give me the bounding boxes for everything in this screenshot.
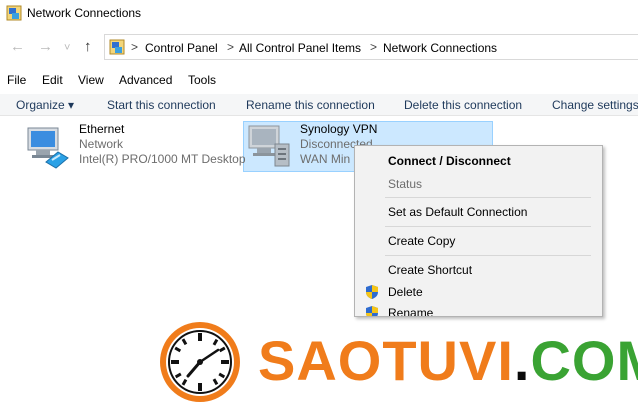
forward-arrow-icon[interactable]: → [38,39,53,54]
menu-divider [385,226,591,227]
breadcrumb-control-panel[interactable]: Control Panel [145,41,218,55]
vpn-adapter-icon [248,125,290,167]
change-settings-button[interactable]: Change settings [552,98,638,112]
menu-divider [385,197,591,198]
breadcrumb-network-connections[interactable]: Network Connections [383,41,497,55]
network-connections-icon [6,5,22,21]
connection-name: Ethernet [79,122,125,136]
address-bar[interactable]: > Control Panel > All Control Panel Item… [104,34,638,60]
command-bar: Organize ▾ Start this connection Rename … [0,94,638,116]
watermark-part2: COM [530,329,638,392]
watermark-part1: SAOTUVI [258,329,514,392]
organize-button[interactable]: Organize ▾ [16,98,74,112]
menu-item-rename[interactable]: Rename [388,306,433,316]
window-title: Network Connections [27,6,142,20]
watermark-dot: . [513,329,531,392]
connection-item-ethernet[interactable]: Ethernet Network Intel(R) PRO/1000 MT De… [24,122,246,170]
recent-locations-chevron-icon[interactable]: ˅ [64,41,70,56]
clock-logo-icon [160,322,240,402]
menu-item-connect-disconnect[interactable]: Connect / Disconnect [388,154,511,168]
menu-view[interactable]: View [78,73,104,87]
rename-connection-button[interactable]: Rename this connection [246,98,375,112]
back-arrow-icon[interactable]: ← [10,39,25,54]
menu-item-status: Status [388,177,423,191]
menu-bar: File Edit View Advanced Tools [0,72,638,90]
menu-edit[interactable]: Edit [42,73,63,87]
connection-device: WAN Min [300,152,351,166]
start-connection-button[interactable]: Start this connection [107,98,216,112]
menu-item-create-shortcut[interactable]: Create Shortcut [388,263,472,277]
menu-tools[interactable]: Tools [188,73,216,87]
breadcrumb-all-items[interactable]: All Control Panel Items [239,41,361,55]
breadcrumb-separator-icon: > [227,40,235,54]
uac-shield-icon [366,306,378,316]
uac-shield-icon [366,285,378,299]
watermark-text: SAOTUVI.COM [258,331,638,391]
context-menu: Connect / Disconnect Status Set as Defau… [354,145,603,317]
menu-item-create-copy[interactable]: Create Copy [388,234,455,248]
menu-item-set-default[interactable]: Set as Default Connection [388,205,527,219]
menu-file[interactable]: File [7,73,26,87]
connection-device: Intel(R) PRO/1000 MT Desktop [79,152,246,166]
title-bar: Network Connections [0,0,638,28]
connection-status: Network [79,137,124,151]
breadcrumb-separator-icon: > [131,40,139,54]
menu-item-delete[interactable]: Delete [388,285,423,299]
control-panel-icon [109,39,125,55]
network-adapter-icon [27,127,69,169]
up-arrow-icon[interactable]: ↑ [84,39,92,54]
delete-connection-button[interactable]: Delete this connection [404,98,522,112]
menu-advanced[interactable]: Advanced [119,73,172,87]
menu-divider [385,255,591,256]
breadcrumb-separator-icon: > [370,40,378,54]
connection-name: Synology VPN [300,122,378,136]
